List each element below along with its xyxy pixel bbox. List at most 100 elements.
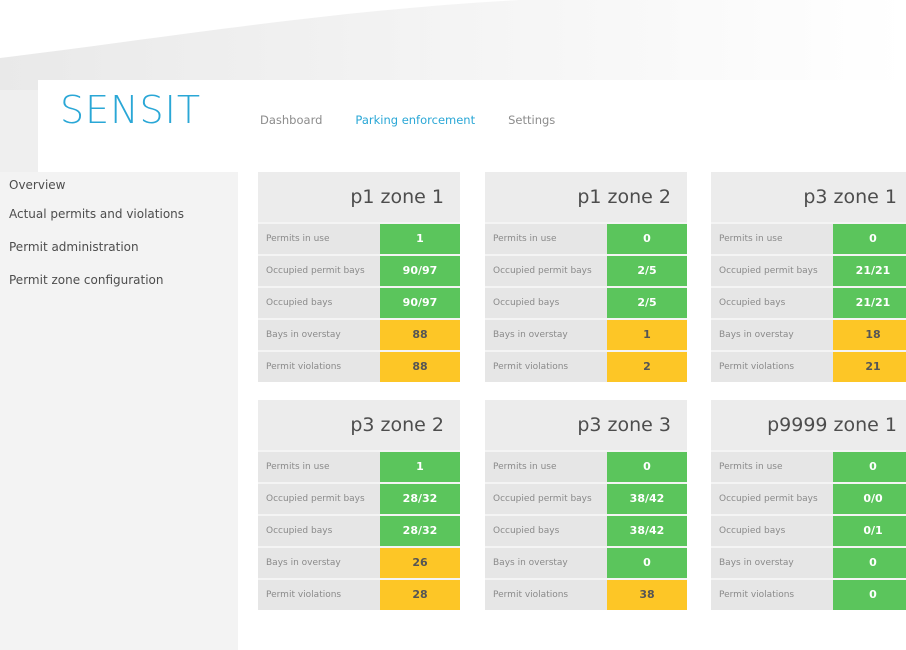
sidebar-item-overview[interactable]: Overview: [0, 172, 238, 198]
nav-settings[interactable]: Settings: [508, 113, 555, 127]
zone-stat-value: 1: [607, 320, 687, 350]
zone-stat-row: Occupied permit bays 21/21: [711, 256, 906, 286]
zone-stat-value: 90/97: [380, 256, 460, 286]
zone-card[interactable]: p1 zone 2 Permits in use 0 Occupied permit …: [485, 172, 687, 382]
zone-stat-row: Bays in overstay 0: [485, 548, 687, 578]
zone-stat-value: 0: [607, 224, 687, 254]
zone-stat-value: 0: [607, 452, 687, 482]
zone-stat-label: Permits in use: [266, 234, 330, 244]
zone-stat-row: Occupied permit bays 0/0: [711, 484, 906, 514]
zone-stat-row: Permit violations 2: [485, 352, 687, 382]
zone-stat-value: 0/1: [833, 516, 906, 546]
zone-stat-row: Permits in use 0: [485, 224, 687, 254]
zone-stat-label: Occupied bays: [493, 298, 560, 308]
zone-stat-value: 0: [833, 548, 906, 578]
zone-stat-row: Permit violations 88: [258, 352, 460, 382]
zone-stat-row: Occupied permit bays 28/32: [258, 484, 460, 514]
zone-stat-label: Permit violations: [493, 590, 569, 600]
zone-stat-value: 28: [380, 580, 460, 610]
zone-stat-row: Permits in use 0: [711, 224, 906, 254]
zone-stat-label: Occupied bays: [719, 298, 786, 308]
zone-stat-row: Permits in use 1: [258, 452, 460, 482]
zone-stat-value: 38: [607, 580, 687, 610]
zone-stat-label: Bays in overstay: [266, 330, 341, 340]
top-nav: Dashboard Parking enforcement Settings: [260, 113, 588, 127]
zone-stat-value: 88: [380, 352, 460, 382]
zone-card-title: p9999 zone 1: [711, 400, 906, 450]
zone-card[interactable]: p1 zone 1 Permits in use 1 Occupied permit …: [258, 172, 460, 382]
zone-stat-value: 1: [380, 452, 460, 482]
zone-card-title: p1 zone 1: [258, 172, 460, 222]
zone-stat-label: Occupied bays: [719, 526, 786, 536]
zone-stat-label: Permit violations: [266, 590, 342, 600]
zone-stat-label: Bays in overstay: [493, 558, 568, 568]
zone-stat-row: Occupied bays 21/21: [711, 288, 906, 318]
zone-stat-row: Bays in overstay 18: [711, 320, 906, 350]
zone-stat-row: Occupied bays 28/32: [258, 516, 460, 546]
zone-stat-row: Occupied bays 38/42: [485, 516, 687, 546]
zone-stat-value: 90/97: [380, 288, 460, 318]
zone-stat-value: 26: [380, 548, 460, 578]
zone-stat-label: Bays in overstay: [719, 330, 794, 340]
zone-stat-value: 2/5: [607, 256, 687, 286]
zone-stat-row: Bays in overstay 0: [711, 548, 906, 578]
zone-stat-row: Permits in use 1: [258, 224, 460, 254]
zone-stat-value: 0: [833, 580, 906, 610]
zone-card[interactable]: p9999 zone 1 Permits in use 0 Occupied perm…: [711, 400, 906, 610]
zone-stat-label: Bays in overstay: [719, 558, 794, 568]
logo: SENSIT: [60, 88, 202, 132]
zone-stat-label: Occupied permit bays: [493, 266, 592, 276]
zone-stat-value: 21: [833, 352, 906, 382]
sidebar-item-permit-administration[interactable]: Permit administration: [0, 231, 238, 264]
zone-stat-row: Occupied bays 90/97: [258, 288, 460, 318]
zone-stat-value: 21/21: [833, 256, 906, 286]
zone-stat-row: Permit violations 21: [711, 352, 906, 382]
zone-stat-label: Permit violations: [719, 362, 795, 372]
zone-stat-row: Permits in use 0: [711, 452, 906, 482]
zone-stat-label: Bays in overstay: [266, 558, 341, 568]
zone-stat-label: Permits in use: [266, 462, 330, 472]
zone-stat-label: Occupied permit bays: [719, 266, 818, 276]
zone-stat-value: 0/0: [833, 484, 906, 514]
zone-stat-value: 2: [607, 352, 687, 382]
zone-stat-row: Occupied permit bays 38/42: [485, 484, 687, 514]
zone-stat-row: Permits in use 0: [485, 452, 687, 482]
zone-stat-value: 88: [380, 320, 460, 350]
zone-stat-value: 18: [833, 320, 906, 350]
zone-stat-row: Bays in overstay 26: [258, 548, 460, 578]
zone-stat-label: Permit violations: [719, 590, 795, 600]
zone-stat-value: 38/42: [607, 516, 687, 546]
zone-card[interactable]: p3 zone 1 Permits in use 0 Occupied permit …: [711, 172, 906, 382]
zone-stat-value: 2/5: [607, 288, 687, 318]
zone-stat-row: Bays in overstay 1: [485, 320, 687, 350]
sidebar-item-zone-configuration[interactable]: Permit zone configuration: [0, 264, 238, 297]
zone-stat-label: Permits in use: [493, 234, 557, 244]
zone-card[interactable]: p3 zone 3 Permits in use 0 Occupied permit …: [485, 400, 687, 610]
zone-stat-value: 38/42: [607, 484, 687, 514]
zone-stat-label: Occupied permit bays: [493, 494, 592, 504]
zone-stat-label: Bays in overstay: [493, 330, 568, 340]
zone-card-title: p3 zone 1: [711, 172, 906, 222]
zone-card-title: p3 zone 2: [258, 400, 460, 450]
sidebar-item-permits-violations[interactable]: Actual permits and violations: [0, 198, 238, 231]
zone-stat-value: 0: [833, 452, 906, 482]
zone-stat-label: Occupied permit bays: [266, 494, 365, 504]
zone-card-title: p3 zone 3: [485, 400, 687, 450]
sidebar: Overview Actual permits and violations P…: [0, 172, 238, 650]
zone-stat-row: Permit violations 0: [711, 580, 906, 610]
zone-card[interactable]: p3 zone 2 Permits in use 1 Occupied permit …: [258, 400, 460, 610]
zone-stat-label: Permits in use: [493, 462, 557, 472]
nav-parking-enforcement[interactable]: Parking enforcement: [355, 113, 475, 127]
zone-stat-label: Occupied permit bays: [266, 266, 365, 276]
zone-stat-value: 0: [833, 224, 906, 254]
zone-stat-value: 1: [380, 224, 460, 254]
zone-stat-label: Permit violations: [266, 362, 342, 372]
zone-stat-row: Occupied bays 0/1: [711, 516, 906, 546]
zone-stat-label: Occupied bays: [266, 298, 333, 308]
zone-stat-label: Permits in use: [719, 462, 783, 472]
nav-dashboard[interactable]: Dashboard: [260, 113, 322, 127]
zone-stat-value: 28/32: [380, 516, 460, 546]
zone-stat-row: Permit violations 28: [258, 580, 460, 610]
zone-stat-row: Occupied permit bays 2/5: [485, 256, 687, 286]
zone-stat-row: Bays in overstay 88: [258, 320, 460, 350]
